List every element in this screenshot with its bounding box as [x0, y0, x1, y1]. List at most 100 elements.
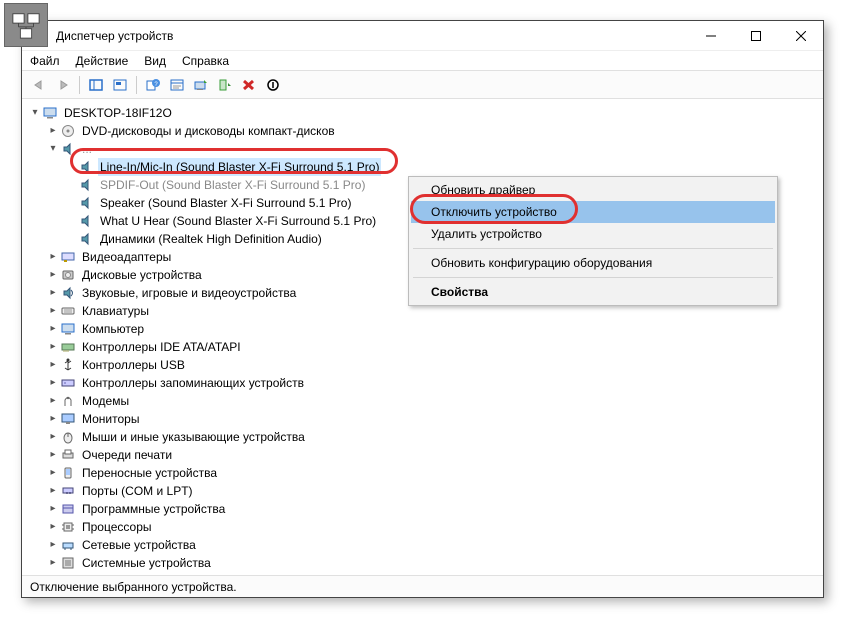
app-icon [4, 3, 48, 47]
disc-icon [60, 123, 76, 139]
chevron-right-icon[interactable]: ▸ [46, 122, 60, 140]
tree-category[interactable]: ▸Очереди печати [24, 446, 821, 464]
tree-category[interactable]: ▸Сетевые устройства [24, 536, 821, 554]
toolbar-uninstall-button[interactable] [238, 74, 260, 96]
chevron-right-icon[interactable]: ▸ [46, 320, 60, 338]
chevron-right-icon[interactable]: ▸ [46, 248, 60, 266]
menu-view[interactable]: Вид [144, 54, 166, 68]
context-update-driver[interactable]: Обновить драйвер [411, 179, 775, 201]
toolbar: ? [22, 71, 823, 99]
window: Диспетчер устройств Файл Действие Вид Сп… [21, 20, 824, 598]
speaker-icon [78, 177, 94, 193]
context-scan-hardware[interactable]: Обновить конфигурацию оборудования [411, 252, 775, 274]
speaker-icon [78, 195, 94, 211]
printqueue-icon [60, 447, 76, 463]
computer-icon [42, 105, 58, 121]
chevron-down-icon[interactable]: ▾ [46, 140, 60, 158]
chevron-right-icon[interactable]: ▸ [46, 410, 60, 428]
chevron-right-icon[interactable]: ▸ [46, 392, 60, 410]
tree-category[interactable]: ▸Модемы [24, 392, 821, 410]
minimize-button[interactable] [688, 21, 733, 50]
chevron-right-icon[interactable]: ▸ [46, 536, 60, 554]
tree-category[interactable]: ▸DVD-дисководы и дисководы компакт-диско… [24, 122, 821, 140]
system-device-icon [60, 555, 76, 571]
chevron-right-icon[interactable]: ▸ [46, 446, 60, 464]
speaker-icon [78, 213, 94, 229]
chevron-right-icon[interactable]: ▸ [46, 338, 60, 356]
tree-category[interactable]: ▸Контроллеры IDE ATA/ATAPI [24, 338, 821, 356]
tree-device-selected[interactable]: Line-In/Mic-In (Sound Blaster X-Fi Surro… [24, 158, 821, 176]
menu-action[interactable]: Действие [76, 54, 129, 68]
toolbar-update-button[interactable] [214, 74, 236, 96]
toolbar-disable-button[interactable] [262, 74, 284, 96]
menu-file[interactable]: Файл [30, 54, 60, 68]
port-icon [60, 483, 76, 499]
software-device-icon [60, 501, 76, 517]
maximize-button[interactable] [733, 21, 778, 50]
computer-icon [60, 321, 76, 337]
context-properties[interactable]: Свойства [411, 281, 775, 303]
context-separator [413, 248, 773, 249]
toolbar-back-button[interactable] [28, 74, 50, 96]
statusbar: Отключение выбранного устройства. [22, 575, 823, 597]
toolbar-forward-button[interactable] [52, 74, 74, 96]
status-text: Отключение выбранного устройства. [30, 580, 237, 594]
network-icon [60, 537, 76, 553]
chevron-down-icon[interactable]: ▾ [28, 104, 42, 122]
chevron-right-icon[interactable]: ▸ [46, 518, 60, 536]
context-menu: Обновить драйвер Отключить устройство Уд… [408, 176, 778, 306]
chevron-right-icon[interactable]: ▸ [46, 374, 60, 392]
menu-help[interactable]: Справка [182, 54, 229, 68]
tree-category[interactable]: ▸Контроллеры USB [24, 356, 821, 374]
context-disable-device[interactable]: Отключить устройство [411, 201, 775, 223]
storage-controller-icon [60, 375, 76, 391]
chevron-right-icon[interactable]: ▸ [46, 284, 60, 302]
chevron-right-icon[interactable]: ▸ [46, 428, 60, 446]
menubar: Файл Действие Вид Справка [22, 51, 823, 71]
monitor-icon [60, 411, 76, 427]
toolbar-select-button[interactable] [109, 74, 131, 96]
usb-icon [60, 357, 76, 373]
context-uninstall-device[interactable]: Удалить устройство [411, 223, 775, 245]
titlebar: Диспетчер устройств [22, 21, 823, 51]
window-title: Диспетчер устройств [56, 29, 173, 43]
modem-icon [60, 393, 76, 409]
tree-category[interactable]: ▸Порты (COM и LPT) [24, 482, 821, 500]
chevron-right-icon[interactable]: ▸ [46, 554, 60, 572]
speaker-icon [78, 231, 94, 247]
keyboard-icon [60, 303, 76, 319]
tree-category-expanded[interactable]: ▾... [24, 140, 821, 158]
tree-root[interactable]: ▾DESKTOP-18IF12O [24, 104, 821, 122]
speaker-icon [60, 141, 76, 157]
tree-category[interactable]: ▸Контроллеры запоминающих устройств [24, 374, 821, 392]
window-controls [688, 21, 823, 50]
close-button[interactable] [778, 21, 823, 50]
speaker-icon [78, 159, 94, 175]
display-adapter-icon [60, 249, 76, 265]
tree-category[interactable]: ▸Мыши и иные указывающие устройства [24, 428, 821, 446]
portable-icon [60, 465, 76, 481]
mouse-icon [60, 429, 76, 445]
tree-category[interactable]: ▸Процессоры [24, 518, 821, 536]
tree-category[interactable]: ▸Переносные устройства [24, 464, 821, 482]
tree-category[interactable]: ▸Мониторы [24, 410, 821, 428]
chevron-right-icon[interactable]: ▸ [46, 500, 60, 518]
toolbar-help-button[interactable]: ? [142, 74, 164, 96]
chevron-right-icon[interactable]: ▸ [46, 464, 60, 482]
tree-category[interactable]: ▸Компьютер [24, 320, 821, 338]
cpu-icon [60, 519, 76, 535]
chevron-right-icon[interactable]: ▸ [46, 356, 60, 374]
sound-icon [60, 285, 76, 301]
chevron-right-icon[interactable]: ▸ [46, 302, 60, 320]
tree-pane[interactable]: ▾DESKTOP-18IF12O ▸DVD-дисководы и дисков… [22, 99, 823, 575]
tree-category[interactable]: ▸Системные устройства [24, 554, 821, 572]
chevron-right-icon[interactable]: ▸ [46, 266, 60, 284]
toolbar-scan-button[interactable] [190, 74, 212, 96]
tree-category[interactable]: ▸Программные устройства [24, 500, 821, 518]
chevron-right-icon[interactable]: ▸ [46, 482, 60, 500]
toolbar-props-button[interactable] [166, 74, 188, 96]
hdd-icon [60, 267, 76, 283]
context-separator [413, 277, 773, 278]
controller-icon [60, 339, 76, 355]
toolbar-showhide-button[interactable] [85, 74, 107, 96]
